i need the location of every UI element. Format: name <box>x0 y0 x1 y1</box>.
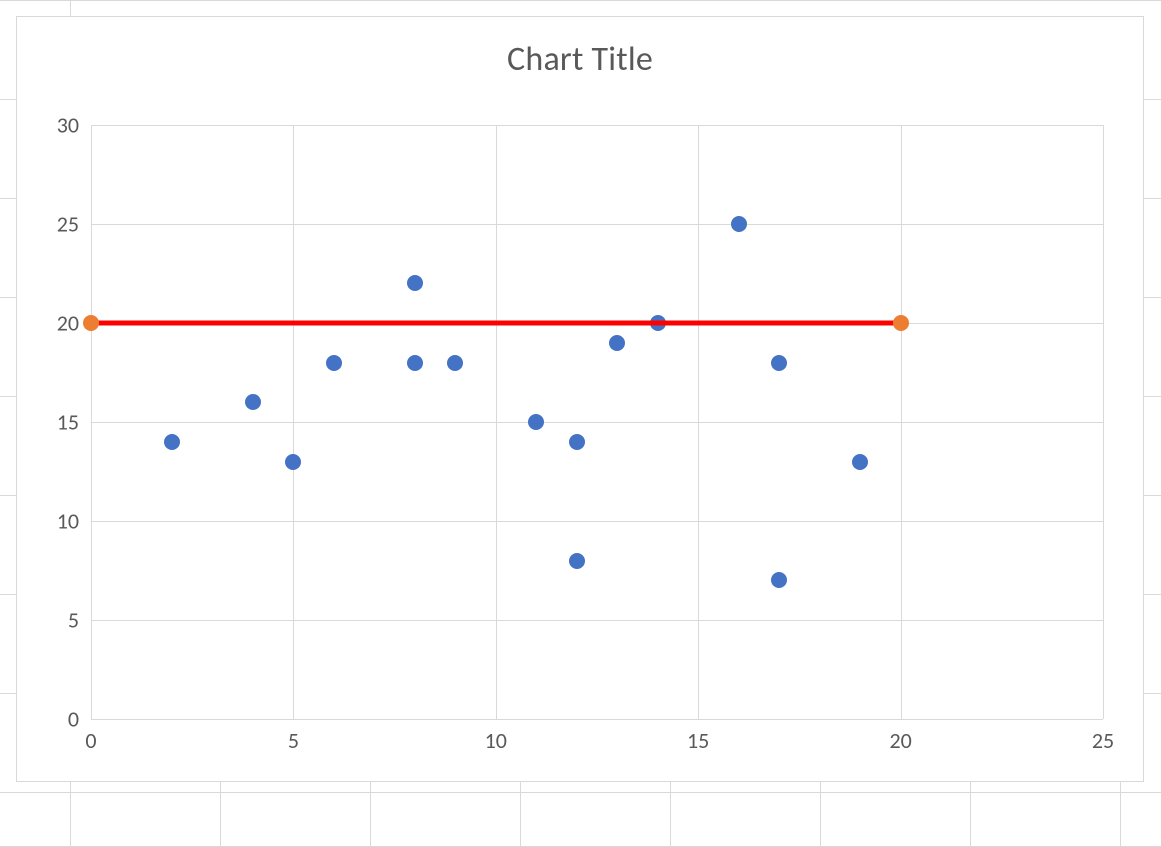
gridline-horizontal <box>91 125 1103 126</box>
gridline-horizontal <box>91 620 1103 621</box>
scatter-point[interactable] <box>407 355 423 371</box>
scatter-point[interactable] <box>447 355 463 371</box>
chart-title[interactable]: Chart Title <box>17 39 1143 80</box>
scatter-point[interactable] <box>245 394 261 410</box>
gridline-horizontal <box>91 422 1103 423</box>
x-tick-label: 20 <box>889 727 911 754</box>
y-tick-label: 25 <box>57 211 79 238</box>
gridline-horizontal <box>91 224 1103 225</box>
scatter-point[interactable] <box>771 355 787 371</box>
x-tick-label: 5 <box>288 727 299 754</box>
scatter-point[interactable] <box>407 275 423 291</box>
threshold-line[interactable] <box>91 321 901 326</box>
y-tick-label: 30 <box>57 112 79 139</box>
scatter-point[interactable] <box>569 553 585 569</box>
line-endpoint-marker[interactable] <box>893 315 909 331</box>
x-tick-label: 15 <box>687 727 709 754</box>
y-tick-label: 15 <box>57 409 79 436</box>
x-tick-label: 0 <box>85 727 96 754</box>
scatter-point[interactable] <box>164 434 180 450</box>
scatter-point[interactable] <box>731 216 747 232</box>
scatter-point[interactable] <box>326 355 342 371</box>
scatter-point[interactable] <box>852 454 868 470</box>
y-tick-label: 5 <box>68 607 79 634</box>
scatter-point[interactable] <box>528 414 544 430</box>
y-tick-label: 20 <box>57 310 79 337</box>
scatter-point[interactable] <box>285 454 301 470</box>
scatter-point[interactable] <box>569 434 585 450</box>
scatter-point[interactable] <box>771 572 787 588</box>
gridline-horizontal <box>91 521 1103 522</box>
line-endpoint-marker[interactable] <box>83 315 99 331</box>
gridline-vertical <box>1103 125 1104 719</box>
scatter-point[interactable] <box>609 335 625 351</box>
gridline-horizontal <box>91 719 1103 720</box>
x-tick-label: 25 <box>1092 727 1114 754</box>
chart-object[interactable]: Chart Title 0510152025051015202530 <box>16 16 1144 782</box>
y-tick-label: 0 <box>68 706 79 733</box>
y-tick-label: 10 <box>57 508 79 535</box>
plot-area[interactable]: 0510152025051015202530 <box>91 125 1103 719</box>
x-tick-label: 10 <box>485 727 507 754</box>
